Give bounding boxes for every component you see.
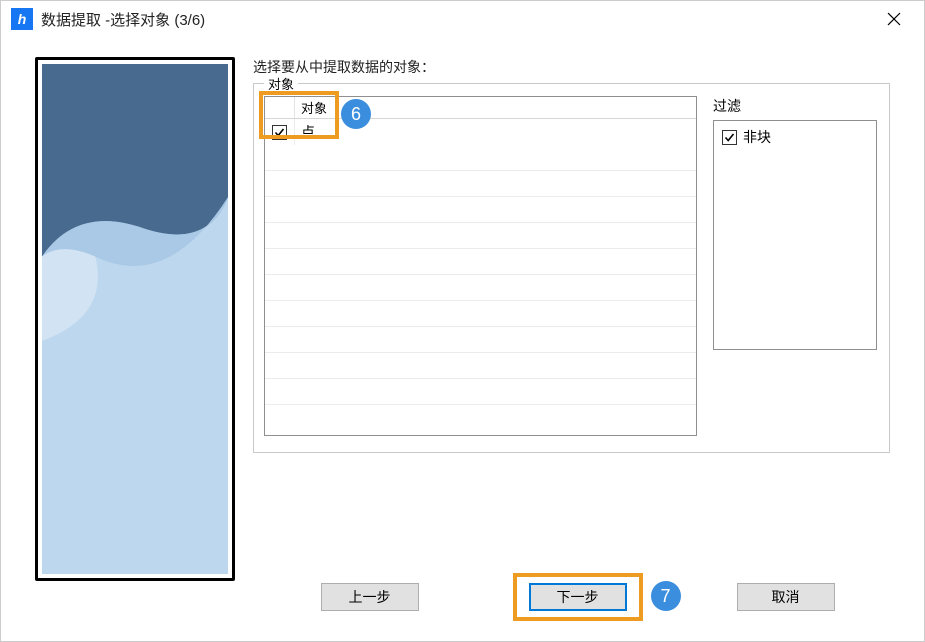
next-button[interactable]: 下一步: [529, 583, 627, 611]
checkmark-icon: [274, 127, 285, 138]
app-icon: h: [11, 8, 33, 30]
filter-checkbox[interactable]: [722, 130, 737, 145]
list-item[interactable]: 点: [265, 119, 696, 145]
wizard-preview-image: [35, 57, 235, 581]
empty-rows: [265, 145, 696, 405]
close-icon: [887, 12, 901, 26]
annotation-badge-7: 7: [651, 581, 681, 611]
filter-label: 过滤: [713, 96, 877, 116]
objects-list[interactable]: 对象 点: [264, 96, 697, 436]
cancel-button[interactable]: 取消: [737, 583, 835, 611]
header-checkbox-col: [265, 97, 295, 118]
filter-list[interactable]: 非块: [713, 120, 877, 350]
filter-item-label: 非块: [743, 127, 771, 147]
app-icon-text: h: [18, 11, 27, 27]
back-button[interactable]: 上一步: [321, 583, 419, 611]
header-label-col: 对象: [295, 98, 327, 117]
titlebar: h 数据提取 -选择对象 (3/6): [1, 1, 924, 37]
right-panel: 选择要从中提取数据的对象： 对象 对象: [253, 57, 890, 567]
group-label: 对象: [264, 74, 298, 93]
dialog-window: h 数据提取 -选择对象 (3/6) 选择要从中提取数据的对象： 对象: [0, 0, 925, 642]
filter-item[interactable]: 非块: [722, 127, 868, 147]
page-curl-graphic: [42, 197, 228, 574]
objects-group: 对象 对象 点: [253, 83, 890, 453]
object-label: 点: [295, 122, 315, 142]
instruction-text: 选择要从中提取数据的对象：: [253, 57, 890, 77]
dialog-content: 选择要从中提取数据的对象： 对象 对象: [1, 37, 924, 567]
objects-list-header: 对象: [265, 97, 696, 119]
button-row: 上一步 下一步 7 取消: [1, 583, 924, 611]
object-checkbox[interactable]: [272, 125, 287, 140]
window-title: 数据提取 -选择对象 (3/6): [41, 9, 205, 30]
close-button[interactable]: [874, 1, 914, 37]
checkmark-icon: [724, 132, 735, 143]
filter-panel: 过滤 非块: [713, 96, 877, 350]
